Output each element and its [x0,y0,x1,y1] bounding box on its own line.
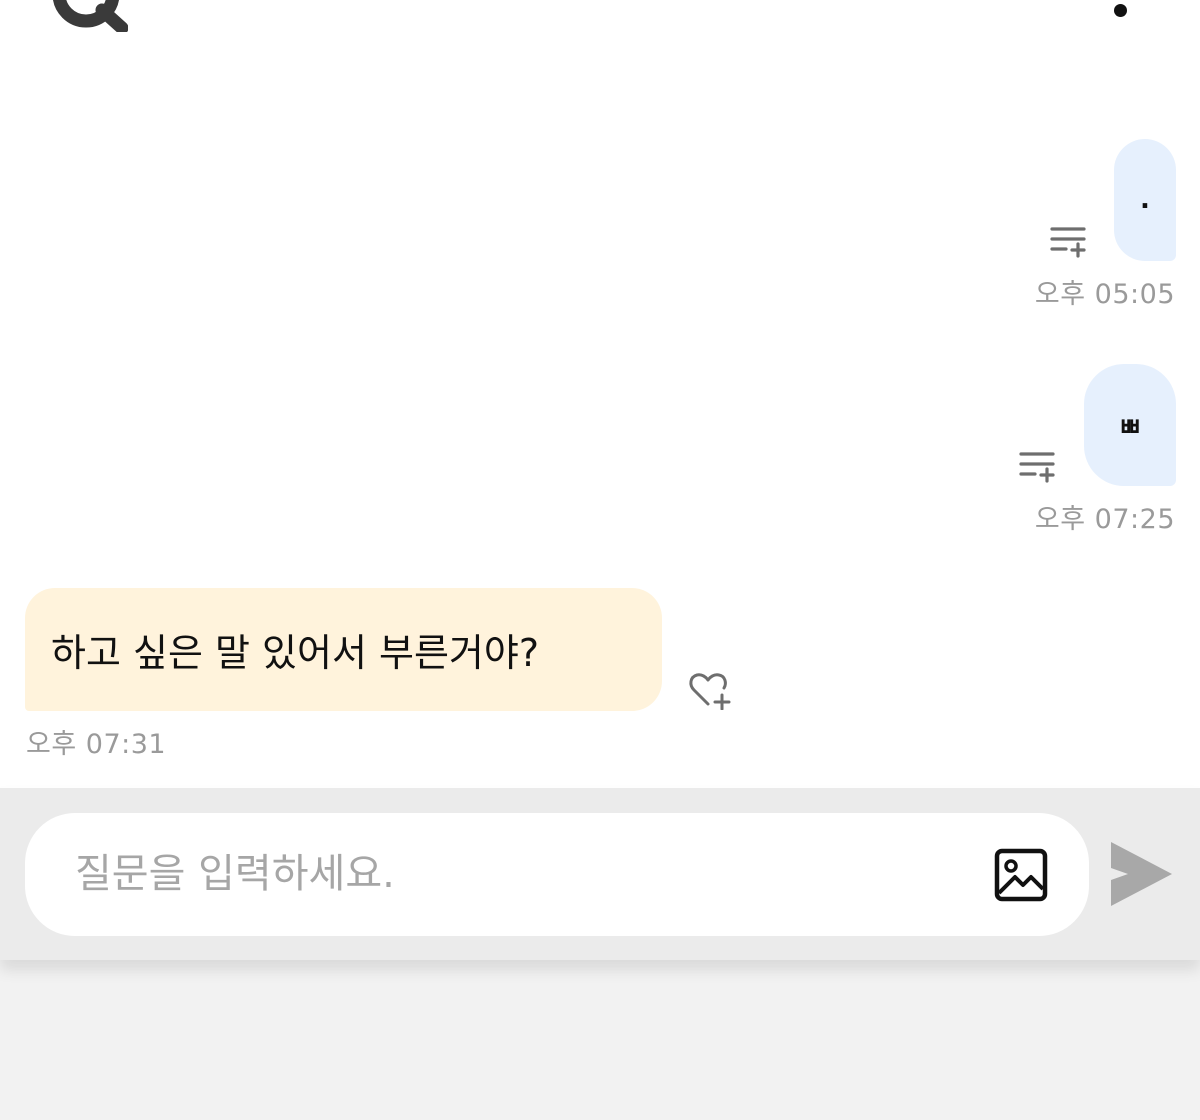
question-input-container [25,813,1089,936]
message-time: 오후 07:31 [26,729,167,760]
user-message-bubble: . [1114,139,1176,261]
playlist-add-icon[interactable] [1048,222,1088,262]
heart-plus-icon[interactable] [688,670,732,710]
logo-icon [53,0,128,32]
input-bar [0,788,1200,960]
chat-area: . 오후 05:05 ㅃ 오후 07:25 하고 싶은 말 있어서 부른거야? … [0,0,1200,788]
message-text: 하고 싶은 말 있어서 부른거야? [51,631,540,675]
bot-message-bubble: 하고 싶은 말 있어서 부른거야? [25,588,662,711]
question-input[interactable] [75,833,955,915]
chat-screen: . 오후 05:05 ㅃ 오후 07:25 하고 싶은 말 있어서 부른거야? … [0,0,1200,1120]
message-time: 오후 05:05 [1034,279,1175,310]
send-icon[interactable] [1108,840,1174,908]
playlist-add-icon[interactable] [1017,447,1057,487]
message-time: 오후 07:25 [1034,504,1175,535]
user-message-bubble: ㅃ [1084,364,1176,486]
message-text: . [1140,185,1150,215]
message-text: ㅃ [1118,412,1142,443]
more-dots-icon[interactable] [1114,4,1127,17]
image-icon[interactable] [993,847,1049,903]
